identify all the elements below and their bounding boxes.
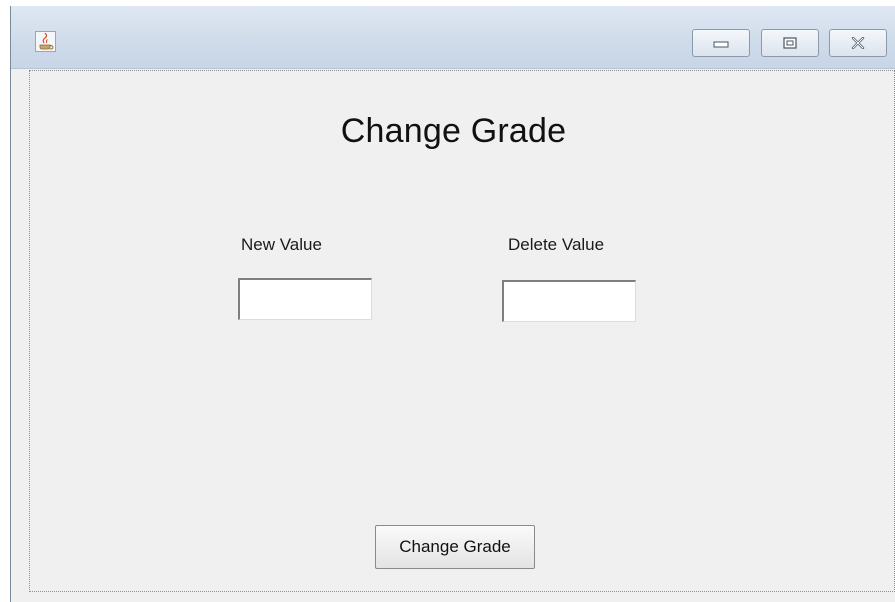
title-bar xyxy=(11,6,895,69)
delete-value-label: Delete Value xyxy=(508,235,605,254)
maximize-button[interactable] xyxy=(761,29,819,57)
close-icon xyxy=(851,37,865,49)
minimize-button[interactable] xyxy=(692,29,750,57)
app-window: Change Grade New Value Delete Value Chan… xyxy=(10,6,895,602)
maximize-icon xyxy=(783,37,797,49)
new-value-label: New Value xyxy=(241,235,322,254)
page-title: Change Grade xyxy=(340,112,567,150)
java-coffee-icon[interactable] xyxy=(35,31,56,52)
new-value-input[interactable] xyxy=(238,278,372,320)
change-grade-button[interactable]: Change Grade xyxy=(375,525,535,569)
close-button[interactable] xyxy=(829,29,887,57)
delete-value-input[interactable] xyxy=(502,280,636,322)
minimize-icon xyxy=(713,41,729,48)
